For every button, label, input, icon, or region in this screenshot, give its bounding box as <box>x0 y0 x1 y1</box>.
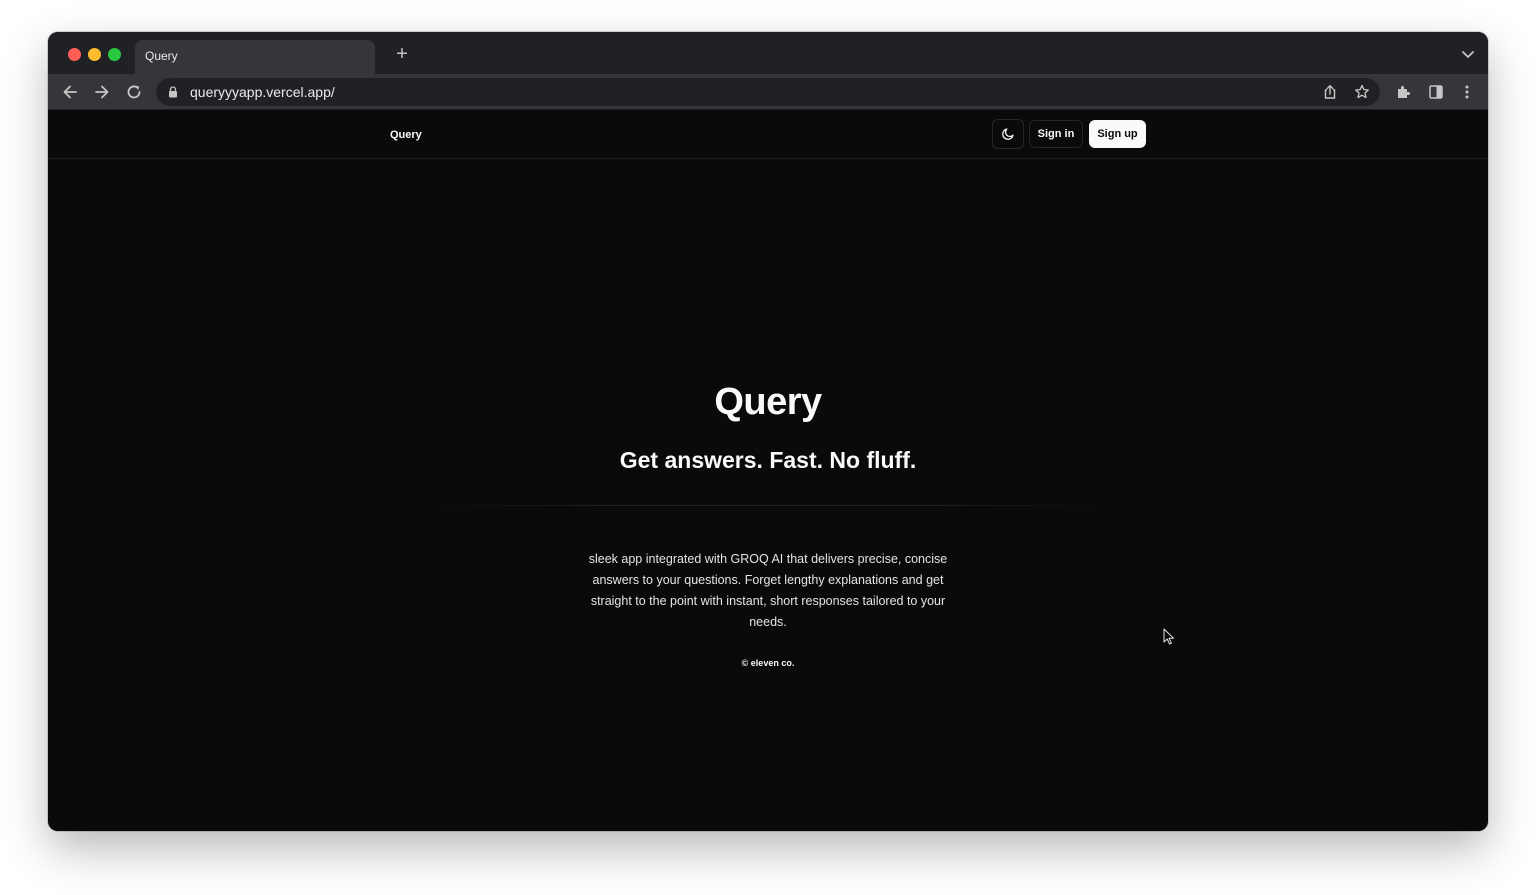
copyright-text: © eleven co. <box>741 658 795 668</box>
close-window-button[interactable] <box>68 48 81 61</box>
forward-arrow-icon[interactable] <box>93 83 111 101</box>
site-header: Query Sign in Sign up <box>48 111 1488 159</box>
hero-description: sleek app integrated with GROQ AI that d… <box>588 552 948 629</box>
url-text[interactable]: queryyyapp.vercel.app/ <box>190 84 335 100</box>
extensions-puzzle-icon[interactable] <box>1396 84 1412 100</box>
lock-icon[interactable] <box>168 86 178 98</box>
new-tab-button[interactable]: + <box>391 43 413 65</box>
minimize-window-button[interactable] <box>88 48 101 61</box>
browser-window: Query + queryyyapp.vercel.app/ Query Sig… <box>48 32 1488 831</box>
sign-in-button[interactable]: Sign in <box>1029 120 1083 148</box>
back-arrow-icon[interactable] <box>61 83 79 101</box>
bookmark-star-icon[interactable] <box>1354 84 1370 100</box>
side-panel-icon[interactable] <box>1428 84 1444 100</box>
tab-search-chevron-icon[interactable] <box>1460 46 1476 62</box>
more-menu-icon[interactable] <box>1459 84 1475 100</box>
browser-toolbar: queryyyapp.vercel.app/ <box>48 74 1488 110</box>
page-viewport: Query Sign in Sign up Query Get answers.… <box>48 111 1488 831</box>
share-icon[interactable] <box>1322 84 1338 100</box>
hero-divider <box>432 505 1104 506</box>
reload-icon[interactable] <box>125 83 143 101</box>
maximize-window-button[interactable] <box>108 48 121 61</box>
address-bar[interactable]: queryyyapp.vercel.app/ <box>156 78 1380 106</box>
tab-title: Query <box>145 49 178 63</box>
hero-title: Query <box>714 381 822 423</box>
moon-icon <box>1002 128 1014 140</box>
theme-toggle-button[interactable] <box>992 119 1024 149</box>
hero-subtitle: Get answers. Fast. No fluff. <box>619 447 917 473</box>
mouse-cursor-icon <box>1163 628 1174 645</box>
browser-tab[interactable]: Query <box>135 40 375 74</box>
sign-up-button[interactable]: Sign up <box>1089 120 1146 148</box>
tab-strip: Query + <box>48 32 1488 74</box>
brand-logo[interactable]: Query <box>390 129 422 141</box>
